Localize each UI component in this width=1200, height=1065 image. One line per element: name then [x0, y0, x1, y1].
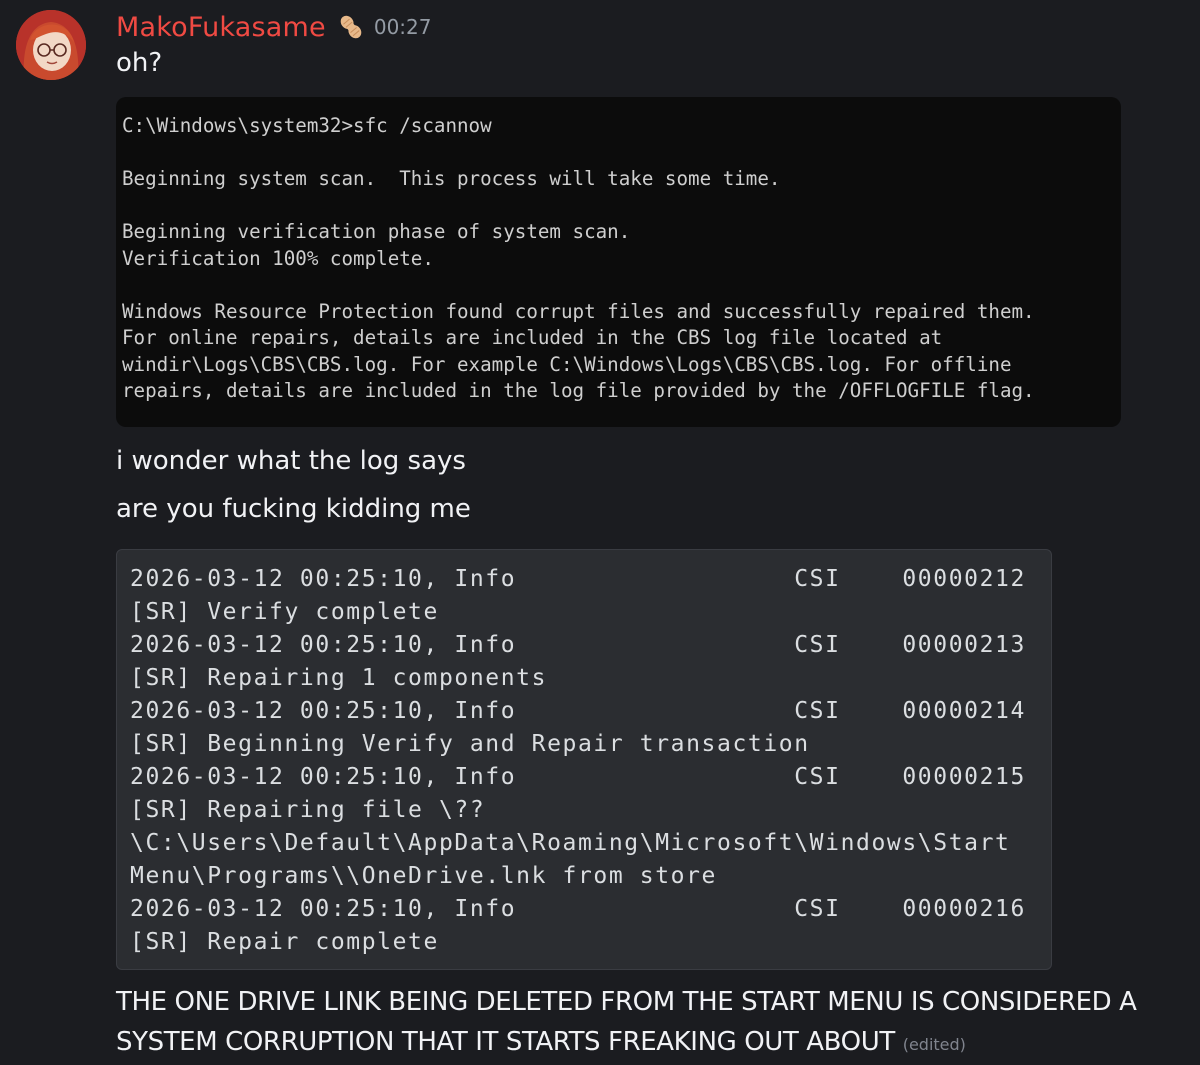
message-header: MakoFukasame 00:27 — [116, 10, 431, 44]
timestamp[interactable]: 00:27 — [374, 15, 432, 39]
code-line: 2026-03-12 00:25:10, Info CSI 00000216 — [130, 896, 1026, 922]
terminal-line: Beginning verification phase of system s… — [122, 220, 631, 243]
code-line: [SR] Repairing 1 components — [130, 665, 548, 691]
code-line: Menu\Programs\\OneDrive.lnk from store — [130, 863, 717, 889]
message-text-caps: THE ONE DRIVE LINK BEING DELETED FROM TH… — [116, 982, 1186, 1065]
message-text-kidding: are you fucking kidding me — [116, 494, 471, 524]
terminal-line: repairs, details are included in the log… — [122, 379, 1035, 402]
code-line: [SR] Repairing file \?? — [130, 797, 486, 823]
message-text-wonder: i wonder what the log says — [116, 446, 466, 476]
code-line: [SR] Verify complete — [130, 599, 439, 625]
terminal-line: C:\Windows\system32>sfc /scannow — [122, 114, 492, 137]
terminal-line: For online repairs, details are included… — [122, 326, 943, 349]
terminal-line: Windows Resource Protection found corrup… — [122, 299, 1035, 323]
peanut-icon[interactable] — [336, 12, 366, 42]
code-line: 2026-03-12 00:25:10, Info CSI 00000213 — [130, 632, 1026, 658]
avatar[interactable] — [16, 10, 86, 80]
code-line: 2026-03-12 00:25:10, Info CSI 00000212 — [130, 566, 1026, 592]
code-line: 2026-03-12 00:25:10, Info CSI 00000214 — [130, 698, 1026, 724]
terminal-line: Verification 100% complete. — [122, 246, 434, 270]
terminal-line: windir\Logs\CBS\CBS.log. For example C:\… — [122, 352, 1012, 376]
edited-label[interactable]: (edited) — [903, 1035, 966, 1054]
avatar-image — [16, 10, 86, 80]
code-line: [SR] Repair complete — [130, 929, 439, 955]
code-line: 2026-03-12 00:25:10, Info CSI 00000215 — [130, 764, 1026, 790]
username[interactable]: MakoFukasame — [116, 12, 326, 43]
message-text-oh: oh? — [116, 48, 163, 78]
terminal-line: Beginning system scan. This process will… — [122, 167, 781, 190]
caps-text: THE ONE DRIVE LINK BEING DELETED FROM TH… — [116, 987, 1137, 1057]
terminal-screenshot[interactable]: C:\Windows\system32>sfc /scannow Beginni… — [116, 97, 1121, 427]
code-block[interactable]: 2026-03-12 00:25:10, Info CSI 00000212 [… — [116, 549, 1052, 970]
code-line: [SR] Beginning Verify and Repair transac… — [130, 731, 810, 757]
code-line: \C:\Users\Default\AppData\Roaming\Micros… — [130, 830, 1011, 856]
